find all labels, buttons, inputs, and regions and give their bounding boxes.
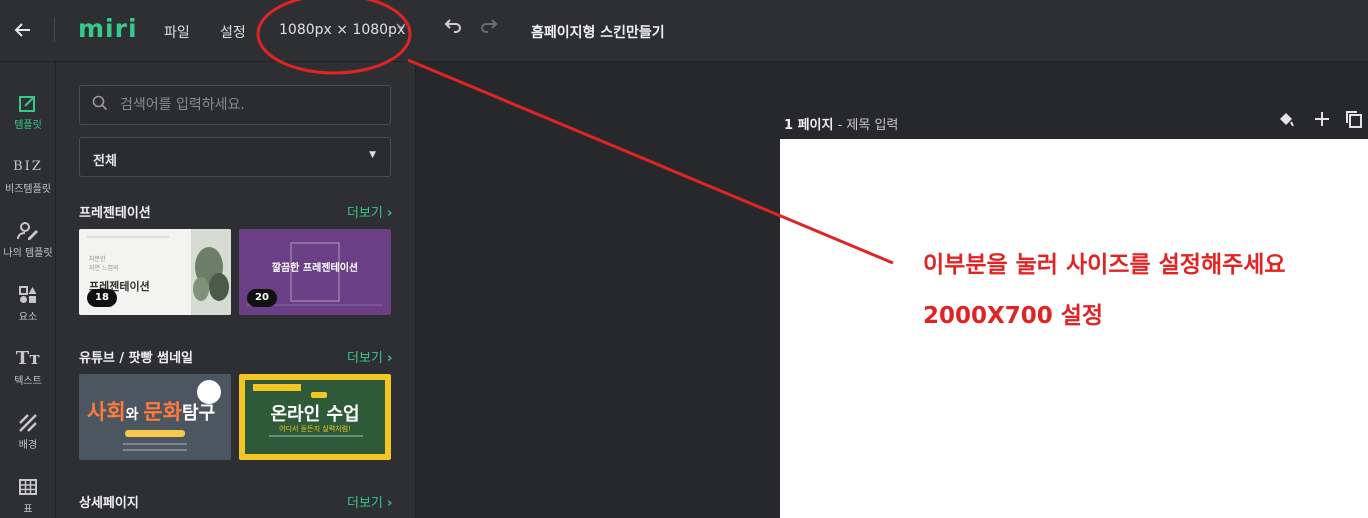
section-title-youtube: 유튜브 / 팟빵 썸네일 — [79, 351, 194, 366]
category-dropdown[interactable]: 전체 ▼ — [79, 137, 391, 177]
nav-table[interactable]: 표 — [0, 474, 56, 515]
paint-bucket-icon — [1280, 113, 1294, 127]
menu-file[interactable]: 파일 — [164, 22, 190, 42]
nav-background[interactable]: 배경 — [0, 410, 56, 451]
top-bar: miri 파일 설정 1080px × 1080px 홈페이지형 스킨만들기 — [0, 0, 1368, 62]
thumb-title: 온라인 수업 — [270, 404, 360, 425]
left-navigation: 템플릿 BIZ 비즈템플릿 나의 템플릿 요소 Tт 텍스트 배경 표 — [0, 62, 56, 518]
redo-icon — [481, 19, 498, 33]
thumb-text: 탐구 — [182, 403, 216, 424]
undo-icon — [444, 19, 461, 33]
thumb-text: 사회 — [87, 400, 126, 424]
template-thumb-social-studies[interactable]: 사회와 문화탐구 — [79, 374, 231, 460]
annotation-size-note: 2000X700 설정 — [923, 303, 1104, 329]
copy-icon — [1346, 111, 1362, 128]
divider — [54, 18, 55, 42]
miri-logo[interactable]: miri — [78, 14, 138, 43]
nav-biz-template[interactable]: BIZ 비즈템플릿 — [0, 154, 56, 195]
thumb-text: 자연 느낌의 — [89, 265, 119, 272]
thumb-text: 와 — [125, 407, 144, 423]
thumb-text: 차분한 — [89, 256, 106, 263]
redo-button[interactable] — [479, 16, 501, 43]
thumb-text: 문화 — [143, 400, 183, 424]
nav-elements[interactable]: 요소 — [0, 282, 56, 323]
section-title-detail-page: 상세페이지 — [79, 496, 139, 511]
chevron-right-icon: › — [387, 206, 393, 221]
nav-template[interactable]: 템플릿 — [0, 90, 56, 131]
more-link-detail-page[interactable]: 더보기 › — [347, 492, 392, 511]
nav-text[interactable]: Tт 텍스트 — [0, 346, 56, 387]
arrow-left-icon — [14, 23, 30, 37]
canvas-size-selector[interactable]: 1080px × 1080px — [279, 22, 405, 38]
search-icon — [92, 95, 108, 111]
elements-icon — [0, 282, 56, 308]
caret-down-icon: ▼ — [369, 150, 376, 160]
more-link-youtube[interactable]: 더보기 › — [347, 347, 392, 366]
plus-icon — [1315, 112, 1329, 126]
page-label[interactable]: 1 페이지 - 제목 입력 — [784, 114, 898, 133]
document-title[interactable]: 홈페이지형 스킨만들기 — [531, 22, 665, 42]
back-button[interactable] — [8, 15, 38, 45]
thumb-title: 깔끔한 프레젠테이션 — [271, 263, 359, 274]
duplicate-page-button[interactable] — [1345, 110, 1363, 133]
my-template-icon — [0, 218, 56, 244]
template-thumb-clean-presentation[interactable]: 깔끔한 프레젠테이션 20 — [239, 229, 391, 315]
template-icon — [0, 90, 56, 116]
table-icon — [0, 474, 56, 500]
menu-settings[interactable]: 설정 — [220, 22, 246, 42]
section-title-presentation: 프레젠테이션 — [79, 206, 151, 221]
nav-my-template[interactable]: 나의 템플릿 — [0, 218, 56, 259]
search-box[interactable] — [79, 85, 391, 125]
undo-button[interactable] — [441, 16, 463, 43]
chevron-right-icon: › — [387, 351, 393, 366]
annotation-instruction: 이부분을 눌러 사이즈를 설정해주세요 — [923, 252, 1286, 278]
template-thumb-nature-presentation[interactable]: 차분한 자연 느낌의 프레젠테이션 18 — [79, 229, 231, 315]
count-badge: 18 — [87, 289, 117, 307]
template-thumb-online-class[interactable]: 온라인 수업 어디서 듣든지 실력처럼! — [239, 374, 391, 460]
fill-color-button[interactable] — [1277, 110, 1295, 133]
count-badge: 20 — [247, 289, 277, 307]
thumb-subtitle: 어디서 듣든지 실력처럼! — [279, 425, 351, 433]
biz-icon: BIZ — [13, 159, 43, 174]
search-input[interactable] — [120, 86, 380, 124]
text-icon: Tт — [15, 348, 41, 369]
add-page-button[interactable] — [1313, 110, 1331, 133]
background-icon — [0, 410, 56, 436]
dropdown-value: 전체 — [93, 154, 117, 169]
chevron-down-icon[interactable] — [395, 20, 407, 35]
more-link-presentation[interactable]: 더보기 › — [347, 202, 392, 221]
template-panel: 전체 ▼ 프레젠테이션 더보기 › 차분한 자연 느낌의 프레젠테이션 18 깔… — [56, 62, 416, 518]
chevron-right-icon: › — [387, 496, 393, 511]
